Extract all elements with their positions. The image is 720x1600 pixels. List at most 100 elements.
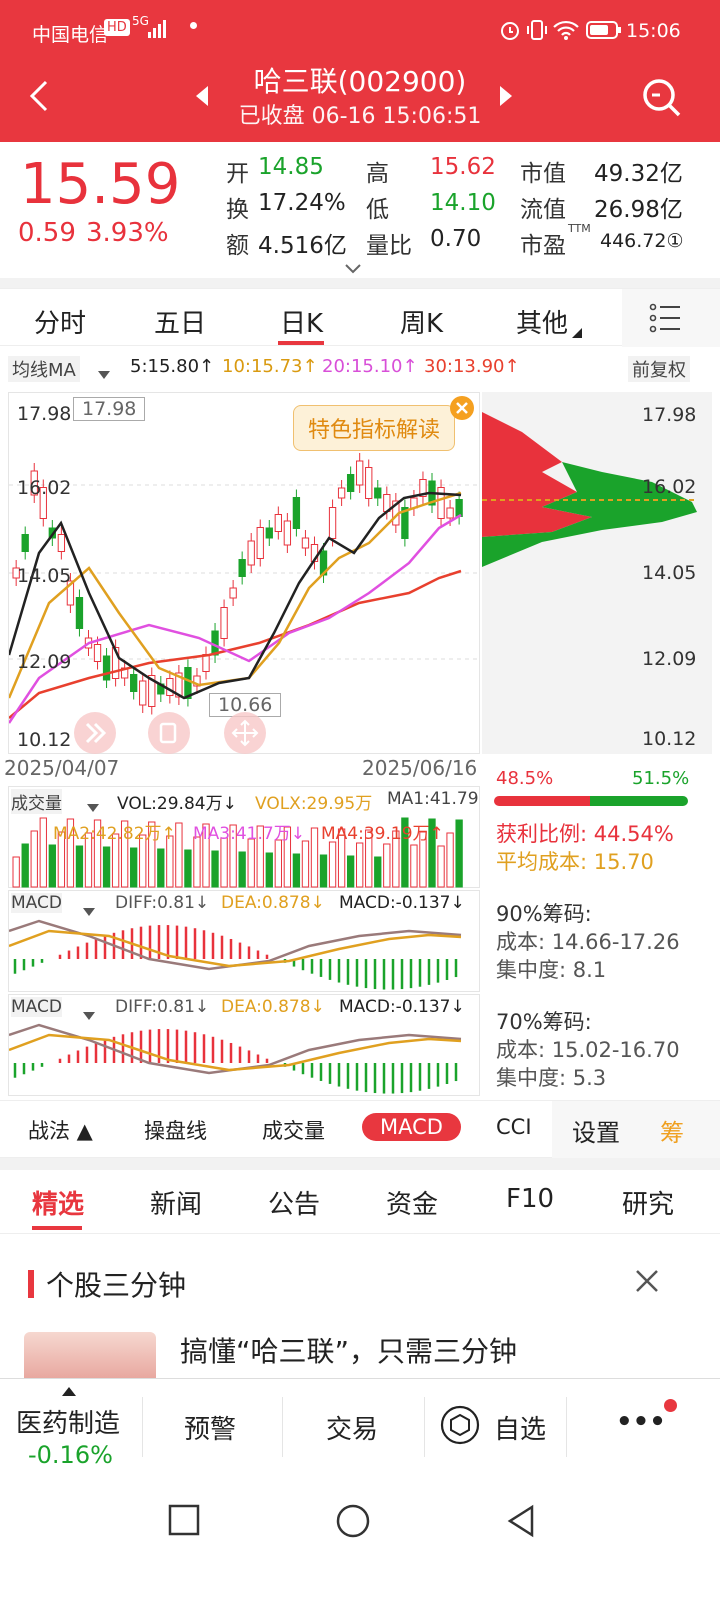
chip90-concentration: 集中度: 8.1 <box>496 958 607 982</box>
candles <box>12 453 463 715</box>
left-tick-3: 14.05 <box>17 565 72 587</box>
macd-label[interactable]: MACD <box>11 893 62 913</box>
volume-dropdown-icon[interactable] <box>87 797 99 816</box>
cci-button[interactable]: CCI <box>496 1115 532 1139</box>
profit-ratio: 获利比例: 44.54% <box>496 822 674 846</box>
fast-forward-icon[interactable] <box>73 711 117 759</box>
quote-panel: 15.59 0.59 3.93% 开 14.85 高 15.62 市值 49.3… <box>0 142 720 278</box>
volume-panel[interactable]: 成交量 VOL:29.84万↓ VOLX:29.95万 MA1:41.79 MA… <box>8 786 480 888</box>
tab-daily-k[interactable]: 日K <box>280 303 323 340</box>
chip-distribution: 17.98 16.02 14.05 12.09 10.12 <box>482 392 712 754</box>
chip70-cost: 成本: 15.02-16.70 <box>496 1038 680 1062</box>
volume-bar <box>48 844 56 888</box>
tab-featured[interactable]: 精选 <box>32 1184 84 1221</box>
volume-label[interactable]: 成交量 <box>11 789 62 814</box>
ma10-value: 10:15.73↑ <box>222 356 318 377</box>
trade-button[interactable]: 交易 <box>326 1409 378 1446</box>
volume-bar <box>75 845 84 888</box>
close-promo-icon[interactable] <box>449 395 475 425</box>
amount-label: 额 <box>226 233 249 259</box>
news-headline[interactable]: 搞懂“哈三联”，只需三分钟 <box>180 1330 517 1370</box>
volume-bar <box>292 853 301 888</box>
tab-intraday[interactable]: 分时 <box>34 303 86 340</box>
macd-label[interactable]: MACD <box>11 997 62 1017</box>
macd-panel-2[interactable]: MACD DIFF:0.81↓ DEA:0.878↓ MACD:-0.137↓ <box>8 994 480 1096</box>
settings-button[interactable]: 设置 <box>572 1113 620 1148</box>
tab-research[interactable]: 研究 <box>622 1184 674 1221</box>
expand-chevron-icon[interactable] <box>344 260 362 279</box>
chips-button[interactable]: 筹 <box>660 1113 684 1148</box>
back-nav-icon[interactable] <box>506 1504 536 1542</box>
volume-bar <box>12 856 20 888</box>
more-button[interactable]: ••• <box>616 1407 666 1437</box>
watchlist-icon[interactable] <box>440 1405 480 1449</box>
tab-f10[interactable]: F10 <box>506 1184 554 1214</box>
loss-percent: 48.5% <box>496 768 554 789</box>
candle-body <box>202 654 210 672</box>
volume-bar <box>374 856 382 888</box>
amount-value: 4.516亿 <box>258 233 347 259</box>
close-icon[interactable] <box>634 1268 660 1298</box>
system-navigation <box>0 1474 720 1600</box>
list-settings-icon[interactable] <box>648 301 682 339</box>
tab-other[interactable]: 其他 <box>516 303 568 340</box>
candle-body <box>57 534 66 552</box>
divider <box>0 278 720 288</box>
macd-dropdown-icon[interactable] <box>83 1005 95 1024</box>
tab-five-day[interactable]: 五日 <box>154 303 206 340</box>
candle-body <box>166 678 174 696</box>
volume-bar <box>157 848 165 888</box>
adjust-mode[interactable]: 前复权 <box>628 356 690 382</box>
volume-button[interactable]: 成交量 <box>262 1115 325 1145</box>
volume-bar <box>130 847 138 888</box>
copy-icon[interactable] <box>147 711 191 759</box>
home-icon[interactable] <box>336 1504 370 1542</box>
volume-bar <box>184 849 192 888</box>
news-thumbnail[interactable] <box>24 1332 156 1378</box>
recents-icon[interactable] <box>168 1504 200 1540</box>
volume-bar <box>410 844 418 888</box>
stock-title: 哈三联(002900) <box>253 65 467 98</box>
ma-dropdown-icon[interactable] <box>98 364 110 383</box>
candle-body <box>446 507 454 519</box>
vol-ma2-value: MA2:42.82万↑ <box>53 824 176 844</box>
strategy-button[interactable]: 战法 ▲ <box>28 1115 93 1145</box>
move-icon[interactable] <box>223 711 267 759</box>
tab-weekly-k[interactable]: 周K <box>400 303 443 340</box>
divider <box>424 1397 425 1457</box>
macd-dropdown-icon[interactable] <box>83 901 95 920</box>
sector-name[interactable]: 医药制造 <box>16 1403 120 1440</box>
price-change-pct: 3.93% <box>86 218 169 248</box>
left-tick-4: 12.09 <box>17 651 72 673</box>
indicator-toolbar: 战法 ▲ 操盘线 成交量 MACD CCI 设置 筹 <box>0 1100 720 1159</box>
tab-announcements[interactable]: 公告 <box>268 1184 320 1221</box>
right-tick-4: 12.09 <box>642 648 697 670</box>
kline-chart[interactable]: 17.98 17.98 16.02 14.05 12.09 10.12 10.6… <box>8 392 481 754</box>
vol-value: VOL:29.84万↓ <box>117 794 237 814</box>
profit-bar <box>590 796 688 806</box>
low-label: 低 <box>366 197 389 223</box>
macd-panel-1[interactable]: MACD DIFF:0.81↓ DEA:0.878↓ MACD:-0.137↓ <box>8 890 480 992</box>
section-marker <box>28 1270 34 1298</box>
tab-funds[interactable]: 资金 <box>386 1184 438 1221</box>
trade-line-button[interactable]: 操盘线 <box>144 1115 207 1145</box>
macd-button[interactable]: MACD <box>362 1113 461 1141</box>
watchlist-button[interactable]: 自选 <box>494 1409 546 1446</box>
ma-selector[interactable]: 均线MA <box>8 356 80 382</box>
search-icon[interactable] <box>640 76 684 124</box>
volume-bar <box>346 855 355 888</box>
candle-body <box>75 597 84 629</box>
tab-news[interactable]: 新闻 <box>150 1184 202 1221</box>
ma20-value: 20:15.10↑ <box>322 356 418 377</box>
last-price: 15.59 <box>20 152 181 217</box>
turnover-value: 17.24% <box>258 190 346 216</box>
bottom-action-bar: 医药制造 -0.16% 预警 交易 自选 ••• <box>0 1378 720 1474</box>
indicator-promo[interactable]: 特色指标解读 <box>293 405 456 451</box>
header-bar: 中国电信 HD 5G 15:06 哈三联(002900) 已收盘 06-16 1… <box>0 0 720 142</box>
next-stock-icon[interactable] <box>498 86 512 110</box>
alert-button[interactable]: 预警 <box>184 1409 236 1446</box>
carrier-label: 中国电信 <box>32 24 109 46</box>
avg-cost: 平均成本: 15.70 <box>496 850 654 874</box>
macd-value: MACD:-0.137↓ <box>339 997 465 1017</box>
diff-value: DIFF:0.81↓ <box>115 997 210 1017</box>
